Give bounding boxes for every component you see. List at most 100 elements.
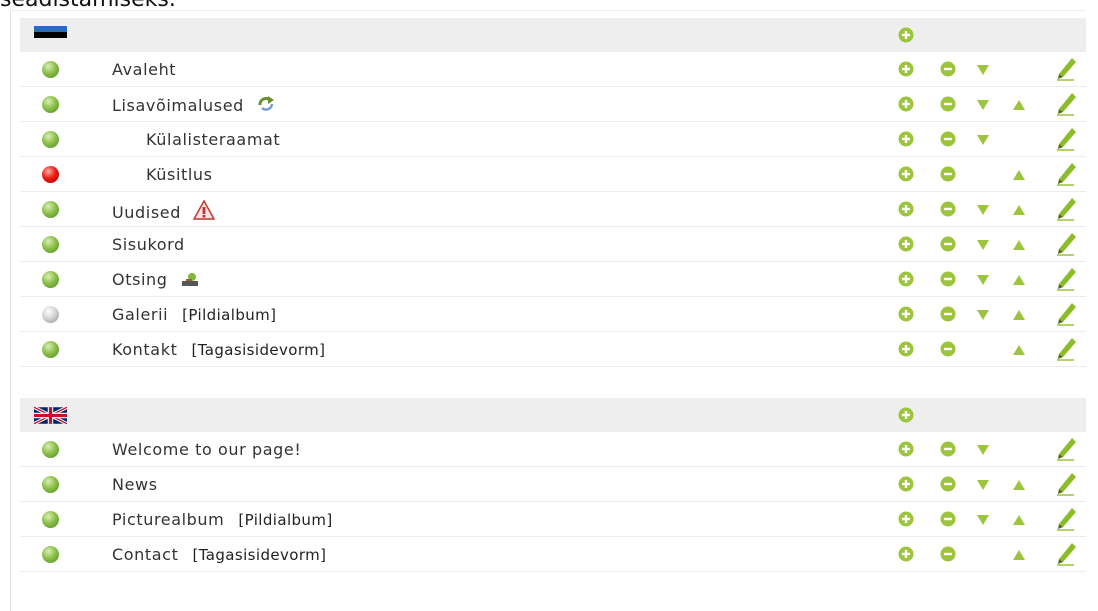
add-page-button[interactable] xyxy=(898,407,914,427)
status-green-icon[interactable] xyxy=(42,341,59,358)
page-title-link[interactable]: News xyxy=(112,475,158,494)
move-up-button[interactable] xyxy=(1012,271,1026,290)
move-down-button[interactable] xyxy=(976,476,990,495)
remove-page-button[interactable] xyxy=(940,131,956,151)
page-label: News xyxy=(112,475,158,494)
status-grey-icon[interactable] xyxy=(42,306,59,323)
minus-circle-icon xyxy=(940,166,956,186)
edit-page-button[interactable] xyxy=(1056,267,1078,295)
add-page-button[interactable] xyxy=(898,61,914,81)
status-green-icon[interactable] xyxy=(42,476,59,493)
remove-page-button[interactable] xyxy=(940,546,956,566)
page-title-link[interactable]: Külalisteraamat xyxy=(146,130,280,149)
edit-page-button[interactable] xyxy=(1056,337,1078,365)
move-down-button[interactable] xyxy=(976,271,990,290)
move-up-button[interactable] xyxy=(1012,201,1026,220)
edit-page-button[interactable] xyxy=(1056,472,1078,500)
move-up-button[interactable] xyxy=(1012,236,1026,255)
move-down-button[interactable] xyxy=(976,306,990,325)
move-up-button[interactable] xyxy=(1012,306,1026,325)
remove-page-button[interactable] xyxy=(940,96,956,116)
status-green-icon[interactable] xyxy=(42,201,59,218)
language-header-estonian xyxy=(20,18,1086,52)
page-title-link[interactable]: Picturealbum xyxy=(112,510,224,529)
remove-page-button[interactable] xyxy=(940,476,956,496)
edit-page-button[interactable] xyxy=(1056,57,1078,85)
move-up-button[interactable] xyxy=(1012,546,1026,565)
status-green-icon[interactable] xyxy=(42,441,59,458)
add-page-button[interactable] xyxy=(898,511,914,531)
status-green-icon[interactable] xyxy=(42,61,59,78)
remove-page-button[interactable] xyxy=(940,511,956,531)
add-page-button[interactable] xyxy=(898,201,914,221)
edit-page-button[interactable] xyxy=(1056,302,1078,330)
add-page-button[interactable] xyxy=(898,306,914,326)
page-row: Welcome to our page! xyxy=(20,432,1086,467)
edit-page-button[interactable] xyxy=(1056,507,1078,535)
edit-page-button[interactable] xyxy=(1056,92,1078,120)
remove-page-button[interactable] xyxy=(940,441,956,461)
page-label: Sisukord xyxy=(112,235,185,254)
page-title-link[interactable]: Uudised xyxy=(112,203,181,222)
edit-page-button[interactable] xyxy=(1056,127,1078,155)
pencil-icon xyxy=(1056,543,1078,570)
move-down-button[interactable] xyxy=(976,511,990,530)
pencil-icon xyxy=(1056,303,1078,330)
add-page-button[interactable] xyxy=(898,96,914,116)
add-page-button[interactable] xyxy=(898,236,914,256)
move-down-button[interactable] xyxy=(976,61,990,80)
edit-page-button[interactable] xyxy=(1056,197,1078,225)
status-green-icon[interactable] xyxy=(42,236,59,253)
add-page-button[interactable] xyxy=(898,271,914,291)
page-title-link[interactable]: Welcome to our page! xyxy=(112,440,301,459)
page-title-link[interactable]: Otsing xyxy=(112,270,168,289)
move-up-button[interactable] xyxy=(1012,511,1026,530)
uk-flag-icon xyxy=(33,405,68,426)
remove-page-button[interactable] xyxy=(940,271,956,291)
page-label: Lisavõimalused xyxy=(112,95,276,117)
remove-page-button[interactable] xyxy=(940,61,956,81)
status-green-icon[interactable] xyxy=(42,131,59,148)
remove-page-button[interactable] xyxy=(940,201,956,221)
remove-page-button[interactable] xyxy=(940,341,956,361)
add-page-button[interactable] xyxy=(898,166,914,186)
move-down-button[interactable] xyxy=(976,441,990,460)
page-title-link[interactable]: Galerii xyxy=(112,305,168,324)
move-down-button[interactable] xyxy=(976,236,990,255)
edit-page-button[interactable] xyxy=(1056,542,1078,570)
remove-page-button[interactable] xyxy=(940,166,956,186)
edit-page-button[interactable] xyxy=(1056,232,1078,260)
triangle-down-icon xyxy=(976,441,990,460)
add-page-button[interactable] xyxy=(898,27,914,47)
edit-page-button[interactable] xyxy=(1056,437,1078,465)
page-title-link[interactable]: Avaleht xyxy=(112,60,176,79)
plus-circle-icon xyxy=(898,441,914,461)
add-page-button[interactable] xyxy=(898,546,914,566)
page-title-link[interactable]: Küsitlus xyxy=(146,165,213,184)
page-title-link[interactable]: Lisavõimalused xyxy=(112,96,244,115)
add-page-button[interactable] xyxy=(898,441,914,461)
move-up-button[interactable] xyxy=(1012,166,1026,185)
add-page-button[interactable] xyxy=(898,476,914,496)
remove-page-button[interactable] xyxy=(940,306,956,326)
add-page-button[interactable] xyxy=(898,131,914,151)
move-up-button[interactable] xyxy=(1012,476,1026,495)
status-green-icon[interactable] xyxy=(42,271,59,288)
triangle-up-icon xyxy=(1012,96,1026,115)
page-title-link[interactable]: Contact xyxy=(112,545,178,564)
refresh-icon xyxy=(256,95,276,117)
status-green-icon[interactable] xyxy=(42,511,59,528)
remove-page-button[interactable] xyxy=(940,236,956,256)
move-up-button[interactable] xyxy=(1012,96,1026,115)
move-up-button[interactable] xyxy=(1012,341,1026,360)
page-title-link[interactable]: Kontakt xyxy=(112,340,177,359)
move-down-button[interactable] xyxy=(976,201,990,220)
status-green-icon[interactable] xyxy=(42,96,59,113)
add-page-button[interactable] xyxy=(898,341,914,361)
edit-page-button[interactable] xyxy=(1056,162,1078,190)
status-green-icon[interactable] xyxy=(42,546,59,563)
move-down-button[interactable] xyxy=(976,96,990,115)
page-title-link[interactable]: Sisukord xyxy=(112,235,185,254)
status-red-icon[interactable] xyxy=(42,166,59,183)
move-down-button[interactable] xyxy=(976,131,990,150)
